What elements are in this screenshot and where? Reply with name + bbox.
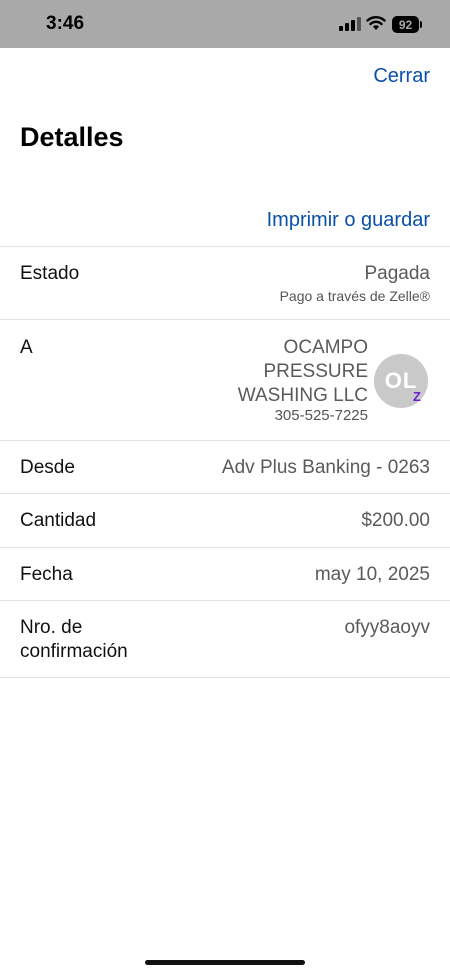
- zelle-icon: Z: [413, 389, 421, 404]
- battery-tip: [420, 21, 422, 28]
- recipient-phone: 305-525-7225: [274, 407, 368, 424]
- divider: [0, 547, 450, 548]
- divider: [0, 246, 450, 247]
- payment-method-text: Pago a través de Zelle®: [279, 288, 430, 304]
- status-bar: 3:46 92: [0, 0, 450, 48]
- home-indicator[interactable]: [145, 960, 305, 965]
- battery-icon: 92: [392, 16, 419, 33]
- status-time: 3:46: [46, 13, 85, 34]
- confirmation-number-value: ofyy8aoyv: [344, 617, 430, 638]
- from-label: Desde: [20, 457, 75, 478]
- status-value: Pagada: [364, 263, 430, 284]
- divider: [0, 319, 450, 320]
- signal-icon: [339, 17, 361, 31]
- page-title: Detalles: [20, 122, 124, 152]
- close-button[interactable]: Cerrar: [373, 65, 430, 88]
- wifi-icon: [366, 16, 386, 30]
- date-label: Fecha: [20, 564, 73, 585]
- divider: [0, 677, 450, 678]
- confirmation-label-line1: Nro. de: [20, 617, 83, 638]
- amount-label: Cantidad: [20, 510, 97, 531]
- date-value: may 10, 2025: [314, 564, 430, 585]
- status-label: Estado: [20, 263, 80, 284]
- from-account-value: Adv Plus Banking - 0263: [221, 457, 430, 478]
- recipient-label: A: [20, 337, 33, 358]
- divider: [0, 440, 450, 441]
- print-or-save-button[interactable]: Imprimir o guardar: [267, 209, 430, 232]
- divider: [0, 493, 450, 494]
- confirmation-label-line2: confirmación: [20, 641, 128, 662]
- divider: [0, 600, 450, 601]
- confirmation-label: Nro. de confirmación: [20, 616, 128, 664]
- amount-value: $200.00: [361, 510, 430, 531]
- recipient-name: OCAMPO PRESSURE WASHING LLC: [237, 337, 368, 406]
